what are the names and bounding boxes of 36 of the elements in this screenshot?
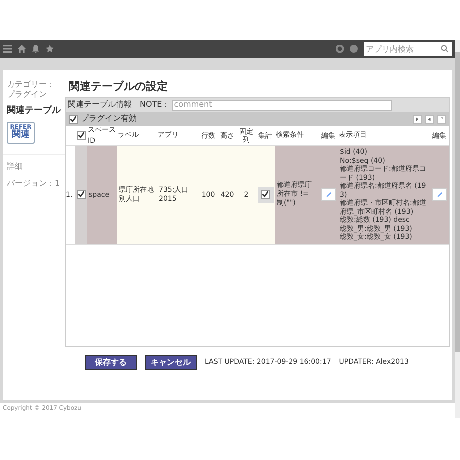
search-field[interactable]: アプリ内検索 <box>364 42 438 56</box>
arrow-icon <box>427 116 432 122</box>
cancel-button[interactable]: キャンセル <box>145 355 197 370</box>
info-tab-label: 関連テーブル情報 <box>68 99 132 111</box>
menu-icon[interactable] <box>3 45 12 53</box>
star-icon[interactable] <box>46 45 54 53</box>
edit-button[interactable] <box>432 188 447 202</box>
home-icon[interactable] <box>18 45 26 53</box>
scrollbar[interactable] <box>455 40 460 418</box>
checkbox[interactable] <box>76 190 86 200</box>
help-icon[interactable] <box>350 45 358 53</box>
arrow-icon <box>415 116 420 122</box>
pencil-icon <box>326 192 332 198</box>
toolbar-button[interactable] <box>413 114 422 124</box>
expand-icon <box>439 116 444 122</box>
checkbox[interactable] <box>261 190 270 200</box>
bell-icon[interactable] <box>32 45 40 53</box>
plugin-enabled-label: プラグイン有効 <box>81 113 137 125</box>
note-field[interactable]: comment <box>172 100 392 110</box>
pencil-icon <box>436 192 442 198</box>
note-label: NOTE： <box>140 99 170 111</box>
category-name: プラグイン <box>7 90 48 100</box>
search-icon <box>441 45 449 53</box>
checkbox[interactable] <box>76 131 86 140</box>
gear-icon[interactable] <box>336 45 344 53</box>
page-title: 関連テーブルの設定 <box>69 80 169 94</box>
search-button[interactable] <box>438 42 452 56</box>
checkbox[interactable] <box>69 114 78 124</box>
save-button[interactable]: 保存する <box>85 355 137 370</box>
category-label: カテゴリー： <box>7 80 56 90</box>
edit-button[interactable] <box>321 188 336 202</box>
version-link[interactable]: バージョン：1 <box>7 178 65 190</box>
logo-text: 関連 <box>12 131 30 140</box>
details-link[interactable]: 詳細 <box>7 160 65 172</box>
plugin-title: 関連テーブル <box>7 105 62 118</box>
toolbar-button[interactable] <box>425 114 434 124</box>
